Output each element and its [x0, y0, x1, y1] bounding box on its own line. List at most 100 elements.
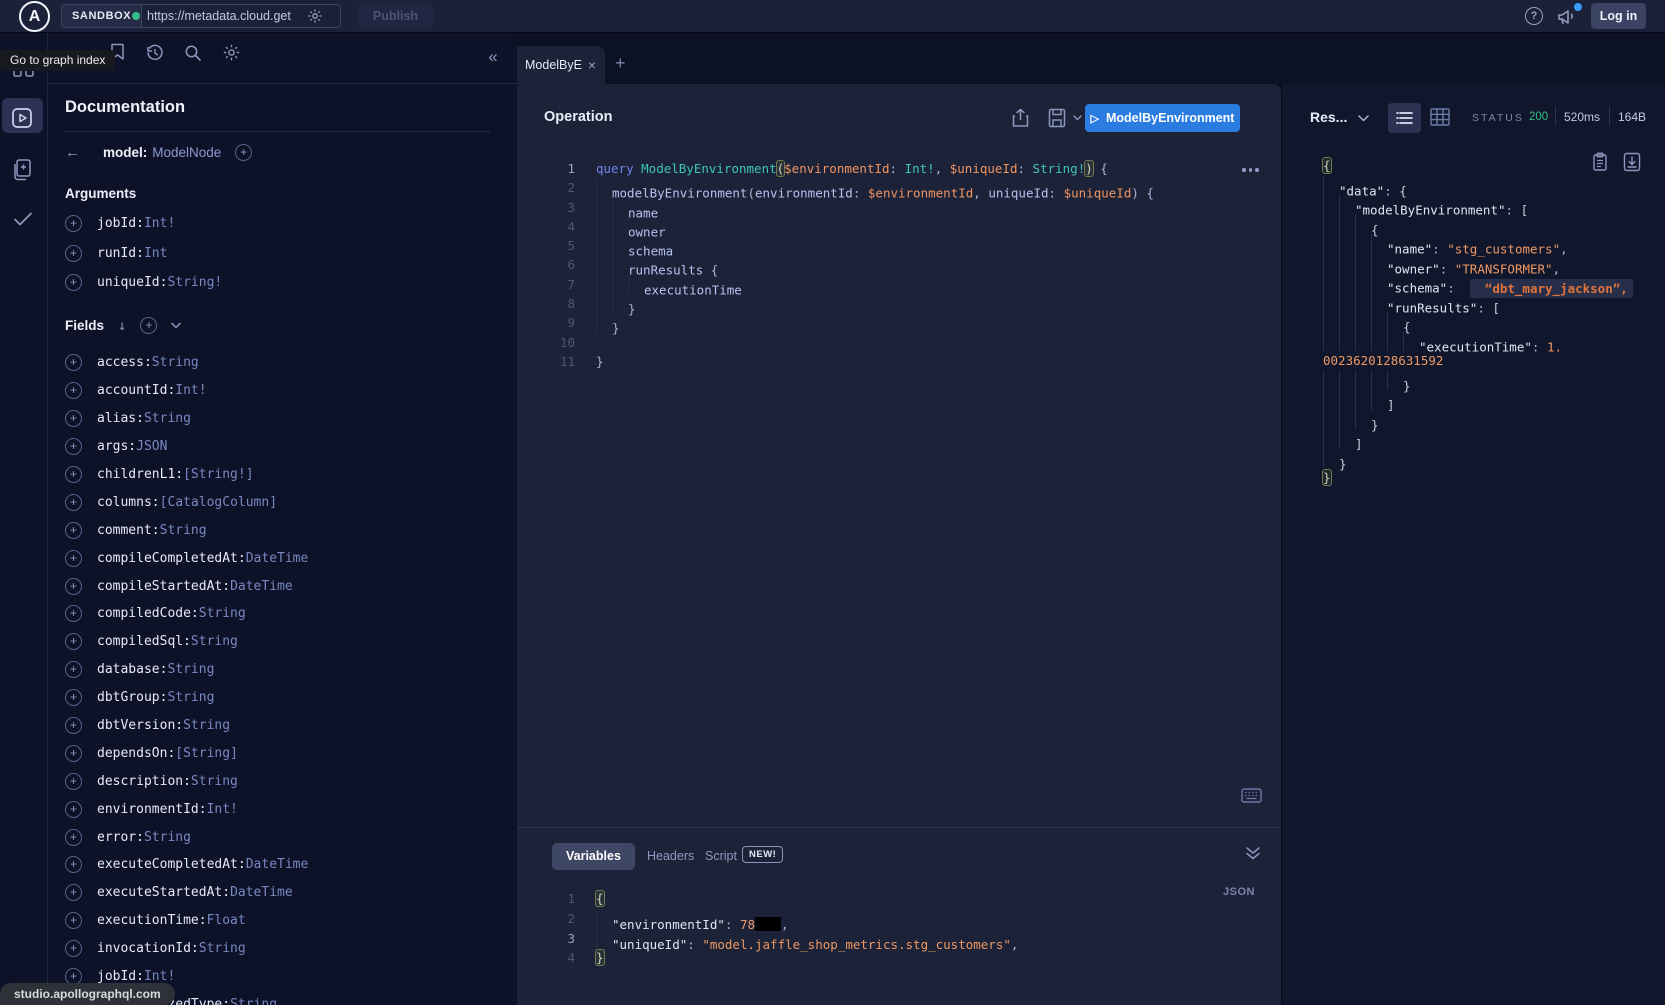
tab-headers[interactable]: Headers [647, 849, 694, 863]
new-tab-button[interactable]: + [615, 53, 626, 74]
field-row[interactable]: +executeCompletedAt: DateTime [65, 851, 308, 879]
publish-button[interactable]: Publish [358, 4, 433, 28]
collapse-variables-icon[interactable] [1245, 846, 1261, 861]
field-type[interactable]: DateTime [246, 551, 309, 566]
add-field-icon[interactable]: + [65, 717, 82, 734]
field-row[interactable]: +childrenL1: [String!] [65, 461, 308, 489]
field-type[interactable]: String [160, 523, 207, 538]
field-type[interactable]: Int! [175, 383, 206, 398]
add-field-icon[interactable]: + [65, 912, 82, 929]
add-field-icon[interactable]: + [65, 633, 82, 650]
field-row[interactable]: +dbtGroup: String [65, 684, 308, 712]
add-field-icon[interactable]: + [65, 410, 82, 427]
field-row[interactable]: +args: JSON [65, 433, 308, 461]
add-field-icon[interactable]: + [65, 215, 82, 232]
field-type[interactable]: [CatalogColumn] [160, 495, 277, 510]
field-type[interactable]: DateTime [246, 857, 309, 872]
add-field-icon[interactable]: + [65, 466, 82, 483]
field-type[interactable]: [String!] [183, 467, 253, 482]
field-row[interactable]: +executionTime: Float [65, 907, 308, 935]
add-field-icon[interactable]: + [65, 829, 82, 846]
operation-code-editor[interactable]: 1query ModelByEnvironment($environmentId… [517, 159, 1281, 371]
field-type[interactable]: String [230, 997, 277, 1005]
field-type[interactable]: [String] [175, 746, 238, 761]
tab-modelbyenvironment[interactable]: ModelByEnvi... × [513, 46, 605, 84]
collapse-doc-panel-button[interactable]: « [469, 33, 517, 84]
add-field-icon[interactable]: + [65, 245, 82, 262]
argument-row[interactable]: +runId: Int [65, 239, 222, 269]
breadcrumb-type-name[interactable]: ModelNode [152, 145, 221, 160]
history-icon[interactable] [146, 44, 164, 62]
field-row[interactable]: +environmentId: Int! [65, 795, 308, 823]
field-row[interactable]: +compileCompletedAt: DateTime [65, 544, 308, 572]
field-row[interactable]: +accountId: Int! [65, 377, 308, 405]
add-field-icon[interactable]: + [65, 605, 82, 622]
add-field-icon[interactable]: + [65, 940, 82, 957]
endpoint-settings-gear-icon[interactable] [307, 8, 323, 24]
field-row[interactable]: +invocationId: String [65, 935, 308, 963]
field-row[interactable]: +dependsOn: [String] [65, 739, 308, 767]
field-type[interactable]: Int! [144, 216, 175, 231]
explorer-play-icon[interactable] [11, 107, 33, 129]
view-table-toggle[interactable] [1430, 108, 1450, 126]
field-type[interactable]: Int! [207, 802, 238, 817]
add-field-icon[interactable]: + [65, 689, 82, 706]
field-type[interactable]: DateTime [230, 579, 293, 594]
add-field-icon[interactable]: + [65, 884, 82, 901]
keyboard-shortcuts-icon[interactable] [1241, 788, 1262, 803]
field-row[interactable]: +dbtVersion: String [65, 712, 308, 740]
run-operation-button[interactable]: ▷ModelByEnvironment [1085, 104, 1240, 132]
field-row[interactable]: +error: String [65, 823, 308, 851]
field-type[interactable]: String [144, 830, 191, 845]
field-row[interactable]: +access: String [65, 349, 308, 377]
field-row[interactable]: +columns: [CatalogColumn] [65, 488, 308, 516]
response-dropdown-chevron-icon[interactable] [1358, 115, 1369, 122]
operation-collections-icon[interactable] [11, 158, 34, 182]
field-row[interactable]: +comment: String [65, 516, 308, 544]
sort-fields-icon[interactable]: ↓ [118, 318, 126, 334]
add-field-icon[interactable]: + [65, 550, 82, 567]
add-field-icon[interactable]: + [65, 438, 82, 455]
add-field-icon[interactable]: + [65, 522, 82, 539]
field-type[interactable]: String [183, 718, 230, 733]
tab-variables[interactable]: Variables [552, 843, 635, 870]
variables-editor[interactable]: 1{2"environmentId": 78,3"uniqueId": "mod… [517, 889, 1281, 968]
field-type[interactable]: String [191, 774, 238, 789]
chevron-down-icon[interactable] [171, 322, 181, 329]
field-row[interactable]: +database: String [65, 656, 308, 684]
add-field-icon[interactable]: + [65, 661, 82, 678]
field-type[interactable]: DateTime [230, 885, 293, 900]
view-json-toggle[interactable] [1388, 103, 1421, 133]
tab-script[interactable]: Script [705, 849, 737, 863]
argument-row[interactable]: +jobId: Int! [65, 209, 222, 239]
field-type[interactable]: String [167, 690, 214, 705]
add-field-icon[interactable]: + [65, 382, 82, 399]
add-field-icon[interactable]: + [65, 856, 82, 873]
add-field-icon[interactable]: + [65, 578, 82, 595]
add-all-fields-button[interactable]: + [140, 317, 157, 334]
field-type[interactable]: String [199, 606, 246, 621]
close-tab-icon[interactable]: × [588, 57, 596, 73]
add-field-icon[interactable]: + [65, 801, 82, 818]
field-type[interactable]: Float [207, 913, 246, 928]
share-icon[interactable] [1012, 108, 1029, 128]
search-icon[interactable] [184, 44, 202, 62]
field-type[interactable]: String [167, 662, 214, 677]
field-type[interactable]: JSON [136, 439, 167, 454]
response-title[interactable]: Res... [1310, 109, 1347, 125]
field-type[interactable]: String [152, 355, 199, 370]
field-row[interactable]: +executeStartedAt: DateTime [65, 879, 308, 907]
field-type[interactable]: String [191, 634, 238, 649]
add-field-icon[interactable]: + [65, 773, 82, 790]
field-row[interactable]: +compiledSql: String [65, 628, 308, 656]
field-type[interactable]: Int [144, 246, 167, 261]
add-field-icon[interactable]: + [65, 354, 82, 371]
help-icon[interactable]: ? [1525, 7, 1543, 25]
add-field-icon[interactable]: + [65, 494, 82, 511]
add-field-icon[interactable]: + [65, 745, 82, 762]
field-row[interactable]: +description: String [65, 767, 308, 795]
save-icon[interactable] [1048, 108, 1066, 128]
field-row[interactable]: +compileStartedAt: DateTime [65, 572, 308, 600]
field-type[interactable]: String [144, 411, 191, 426]
field-row[interactable]: +compiledCode: String [65, 600, 308, 628]
